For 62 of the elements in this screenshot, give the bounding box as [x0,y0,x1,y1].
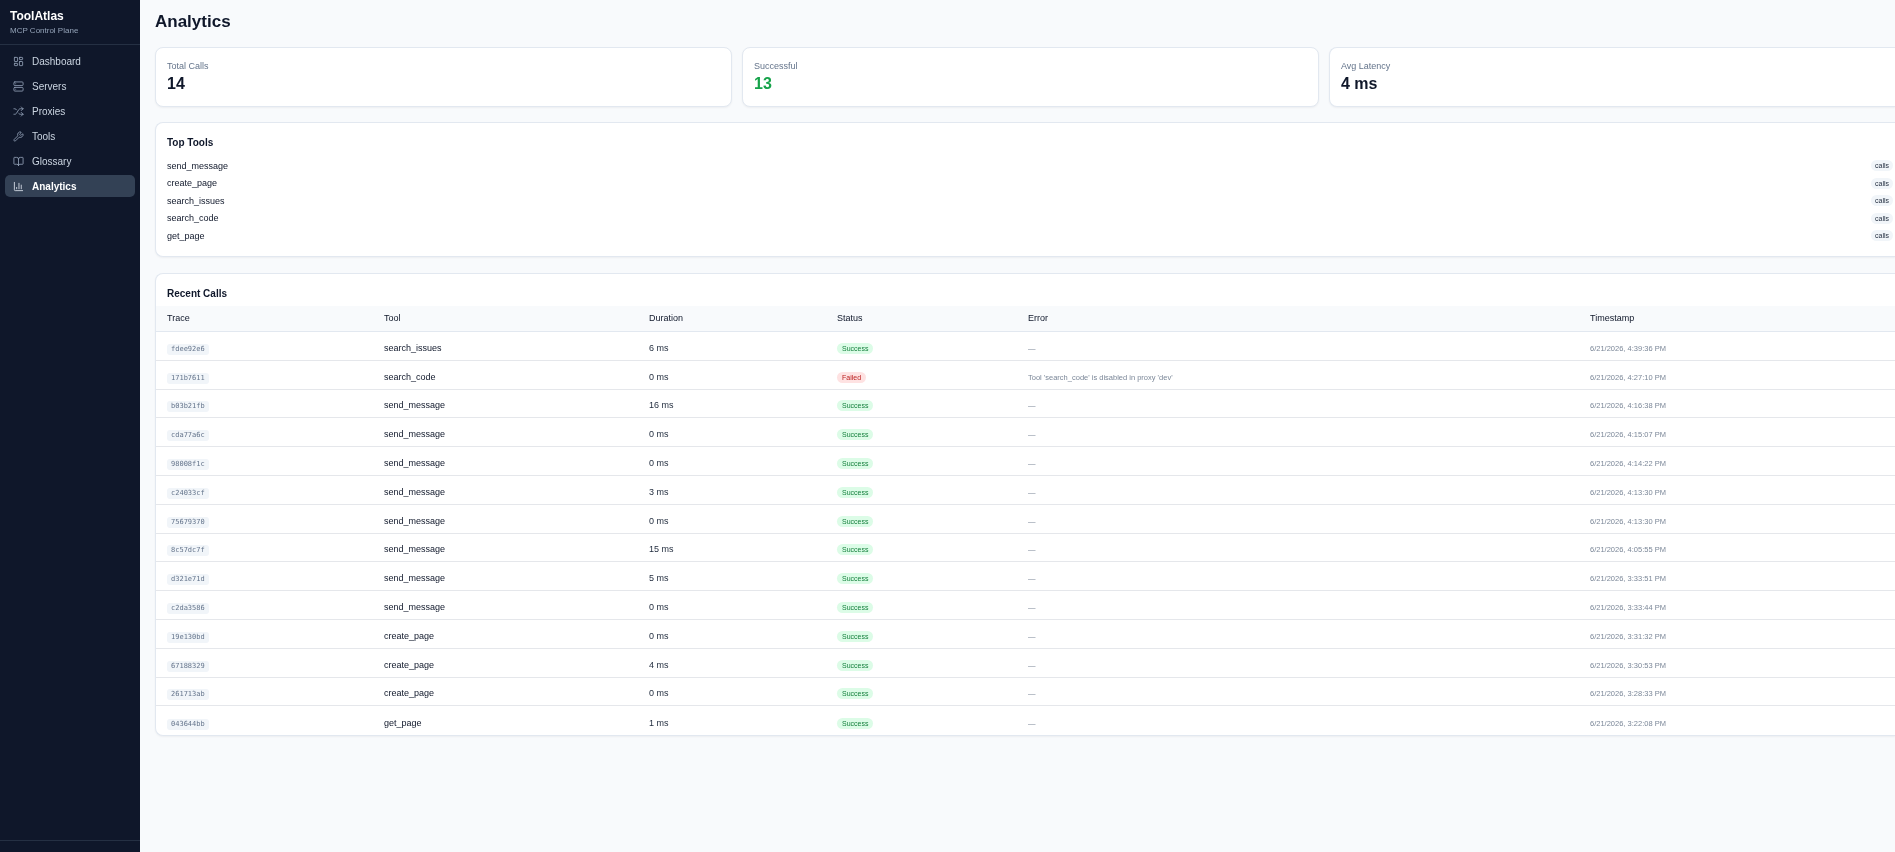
duration-text: 0 ms [649,688,669,699]
stat-value: 13 [754,74,772,94]
stat-value: 14 [167,74,185,94]
card-title: Top Tools [167,136,214,150]
tool-name: send_message [384,429,446,440]
column-header: Duration [649,313,684,324]
app-subtitle: MCP Control Plane [10,25,80,36]
nav-item[interactable]: Servers [5,75,135,97]
tool-name: search_code [167,213,219,224]
nav-item[interactable]: Analytics [5,175,135,197]
tool-name: send_message [167,160,229,171]
tool-name: get_page [384,717,422,728]
column-header: Timestamp [1590,313,1635,324]
stat-value: 4 ms [1341,74,1378,94]
tool-name: get_page [167,230,205,241]
duration-text: 0 ms [649,429,669,440]
duration-text: 0 ms [649,458,669,469]
shuffle-icon [13,105,24,117]
grid-icon [13,55,24,67]
nav-item[interactable]: Dashboard [5,50,135,72]
stat-label: Successful [754,60,798,72]
card-title: Recent Calls [167,286,229,301]
tool-name: send_message [384,515,446,526]
duration-text: 1 ms [649,717,669,728]
stat-label: Total Calls [167,60,209,72]
nav-item[interactable]: Proxies [5,100,135,122]
duration-text: 4 ms [649,659,669,670]
tool-name: search_code [384,371,436,382]
duration-text: 0 ms [649,371,669,382]
book-icon [13,155,24,167]
tool-name: search_issues [384,342,442,353]
column-header: Status [837,313,863,324]
page-title: Analytics [155,11,231,33]
duration-text: 16 ms [649,400,674,411]
nav-item[interactable]: Glossary [5,150,135,172]
tool-name: send_message [384,486,446,497]
server-icon [13,80,24,92]
column-header: Error [1028,313,1048,324]
tool-name: send_message [384,400,446,411]
app-name: ToolAtlas [10,9,65,23]
tool-name: create_page [384,688,435,699]
duration-text: 0 ms [649,515,669,526]
duration-text: 0 ms [649,602,669,613]
stat-label: Avg Latency [1341,60,1391,72]
tool-name: send_message [384,602,446,613]
duration-text: 5 ms [649,573,669,584]
tool-name: create_page [384,659,435,670]
duration-text: 6 ms [649,342,669,353]
tool-name: send_message [384,573,446,584]
tool-name: create_page [384,630,435,641]
tool-name: send_message [384,544,446,555]
wrench-icon [13,130,24,142]
column-header: Trace [167,313,190,324]
duration-text: 3 ms [649,486,669,497]
duration-text: 15 ms [649,544,674,555]
bar-chart-icon [13,180,24,192]
column-header: Tool [384,313,401,324]
tool-name: send_message [384,458,446,469]
nav-item[interactable]: Tools [5,125,135,147]
tool-name: search_issues [167,195,225,206]
duration-text: 0 ms [649,630,669,641]
tool-name: create_page [167,178,218,189]
